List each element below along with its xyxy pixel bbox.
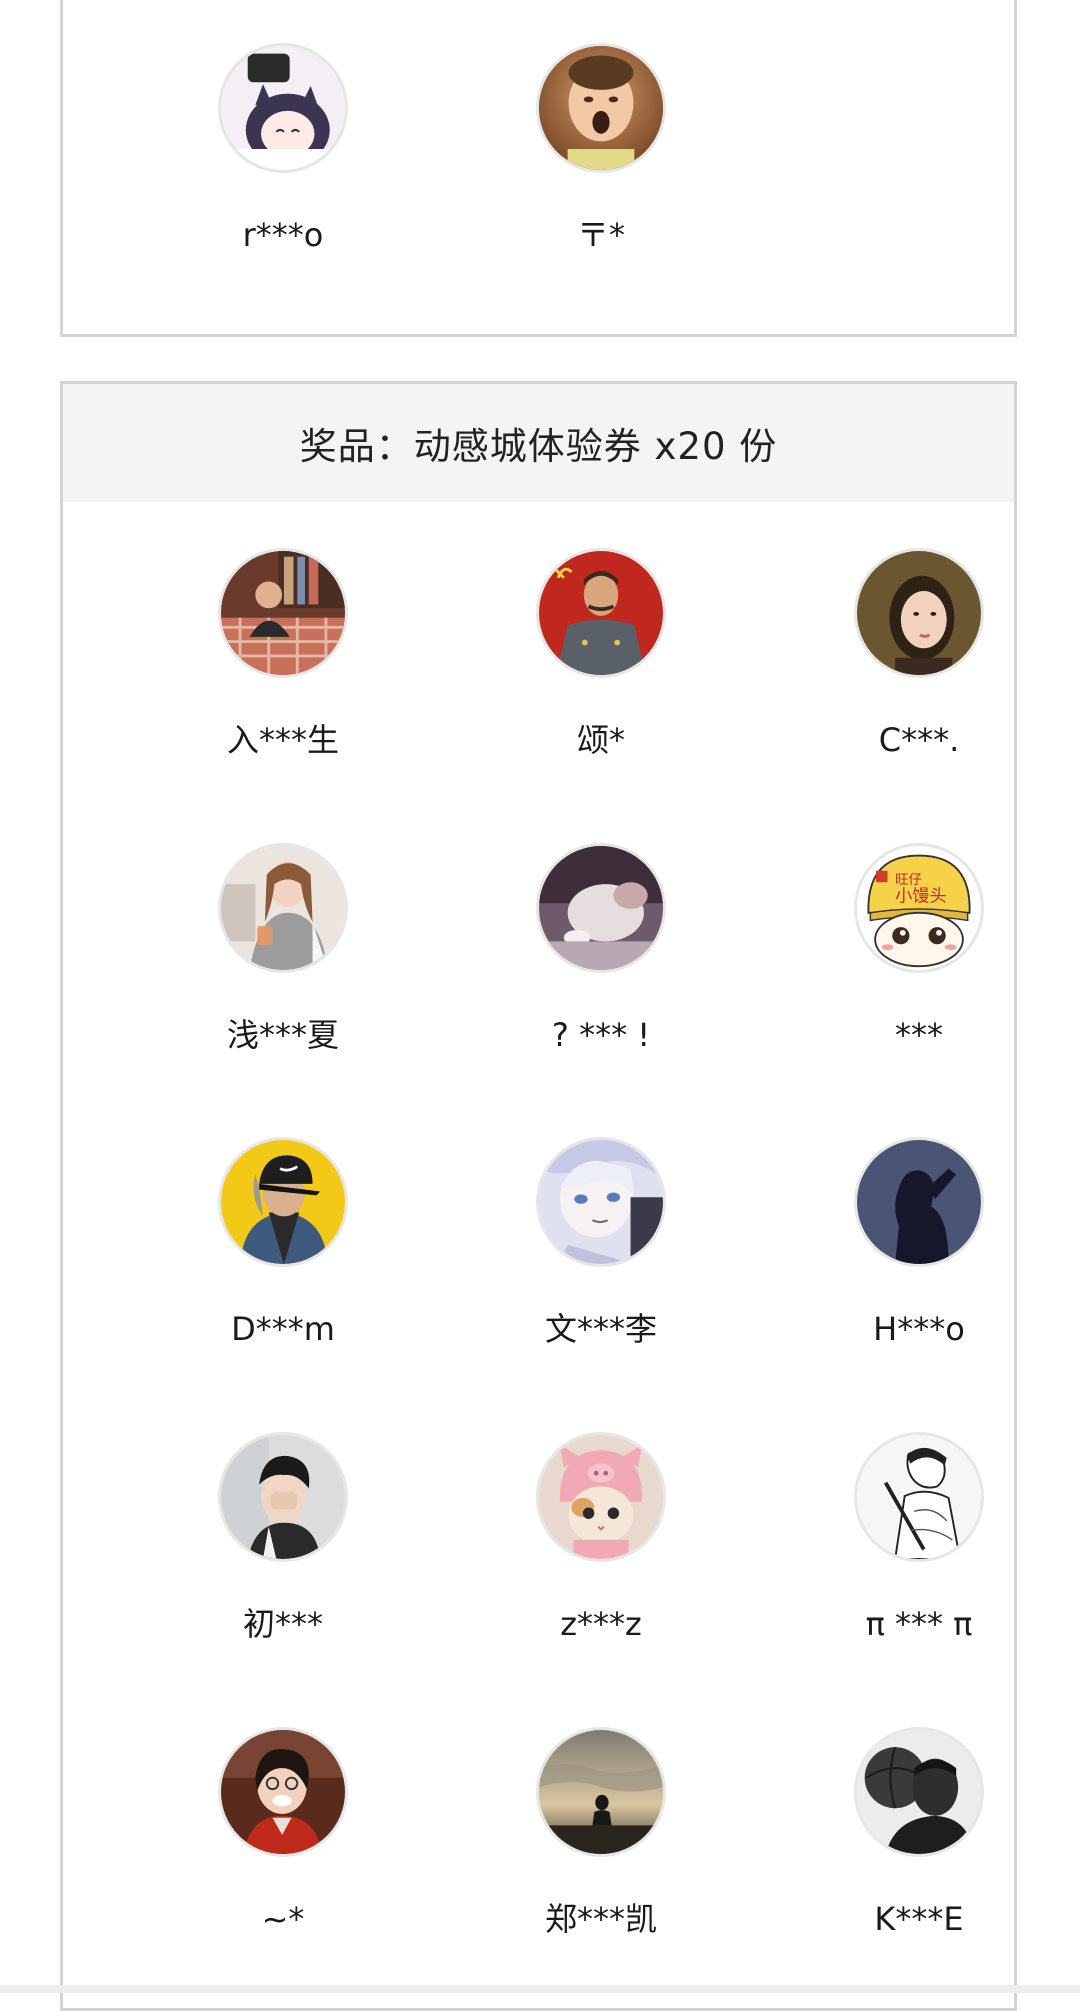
covering-face-avatar bbox=[218, 1432, 348, 1562]
man-on-sofa-avatar bbox=[218, 548, 348, 678]
winner-item[interactable]: K***E bbox=[759, 1727, 1079, 1939]
winner-item[interactable]: r***o bbox=[123, 43, 443, 255]
winner-name: z***z bbox=[560, 1605, 642, 1643]
winner-item[interactable]: 初*** bbox=[123, 1432, 443, 1644]
winner-name: *** bbox=[895, 1016, 943, 1054]
woman-with-cup-avatar bbox=[218, 843, 348, 973]
winner-name: D***m bbox=[231, 1310, 335, 1348]
prize-card: 奖品：动感城体验券 x20 份 入***生 颂* C***. 浅***夏 ? *… bbox=[60, 381, 1017, 2011]
winner-name: 颂* bbox=[576, 721, 625, 759]
anime-boy-avatar bbox=[536, 1137, 666, 1267]
winner-name: H***o bbox=[873, 1310, 965, 1348]
winner-item[interactable]: H***o bbox=[759, 1137, 1079, 1349]
cartoon-mascot-avatar: 旺仔 小馒头 bbox=[854, 843, 984, 973]
bottom-scroll-edge bbox=[0, 1985, 1080, 1993]
winner-item[interactable]: 颂* bbox=[441, 548, 761, 760]
winner-name: C***. bbox=[878, 721, 960, 759]
winner-item[interactable]: 〒* bbox=[441, 43, 761, 255]
winner-name: K***E bbox=[874, 1900, 964, 1938]
winner-name: 初*** bbox=[242, 1605, 323, 1643]
yawning-baby-avatar bbox=[536, 43, 666, 173]
girl-portrait-avatar bbox=[854, 548, 984, 678]
winner-item[interactable]: 入***生 bbox=[123, 548, 443, 760]
winner-name: π *** π bbox=[865, 1605, 973, 1643]
winner-name: 浅***夏 bbox=[226, 1016, 339, 1054]
soldier-portrait-avatar bbox=[536, 548, 666, 678]
silhouette-man-avatar bbox=[854, 1137, 984, 1267]
winner-item[interactable]: z***z bbox=[441, 1432, 761, 1644]
winner-name: r***o bbox=[242, 216, 324, 254]
anime-cat-girl-avatar bbox=[218, 43, 348, 173]
winner-item[interactable]: 文***李 bbox=[441, 1137, 761, 1349]
winner-name: 文***李 bbox=[544, 1310, 657, 1348]
sketch-warrior-avatar bbox=[854, 1432, 984, 1562]
winner-item[interactable]: ? *** ! bbox=[441, 843, 761, 1055]
smiling-girl-avatar bbox=[218, 1727, 348, 1857]
winner-item[interactable]: 浅***夏 bbox=[123, 843, 443, 1055]
winner-name: 入***生 bbox=[226, 721, 339, 759]
winner-item[interactable]: ~* bbox=[123, 1727, 443, 1939]
sunset-silhouette-avatar bbox=[536, 1727, 666, 1857]
winner-name: 〒* bbox=[576, 216, 625, 254]
previous-prize-card: r***o 〒* bbox=[60, 0, 1017, 337]
winner-item[interactable]: 郑***凯 bbox=[441, 1727, 761, 1939]
cat-in-pig-hat-avatar bbox=[536, 1432, 666, 1562]
winner-item[interactable]: π *** π bbox=[759, 1432, 1079, 1644]
winner-name: ? *** ! bbox=[551, 1016, 651, 1054]
winner-item[interactable]: C***. bbox=[759, 548, 1079, 760]
prize-title: 奖品：动感城体验券 x20 份 bbox=[63, 384, 1014, 502]
winner-name: 郑***凯 bbox=[544, 1900, 657, 1938]
winner-item[interactable]: D***m bbox=[123, 1137, 443, 1349]
basketball-player-avatar bbox=[854, 1727, 984, 1857]
blurry-photo-avatar bbox=[536, 843, 666, 973]
winner-name: ~* bbox=[261, 1900, 305, 1938]
winner-item[interactable]: 旺仔 小馒头 *** bbox=[759, 843, 1079, 1055]
svg-text:小馒头: 小馒头 bbox=[895, 886, 946, 906]
cap-wearing-man-avatar bbox=[218, 1137, 348, 1267]
